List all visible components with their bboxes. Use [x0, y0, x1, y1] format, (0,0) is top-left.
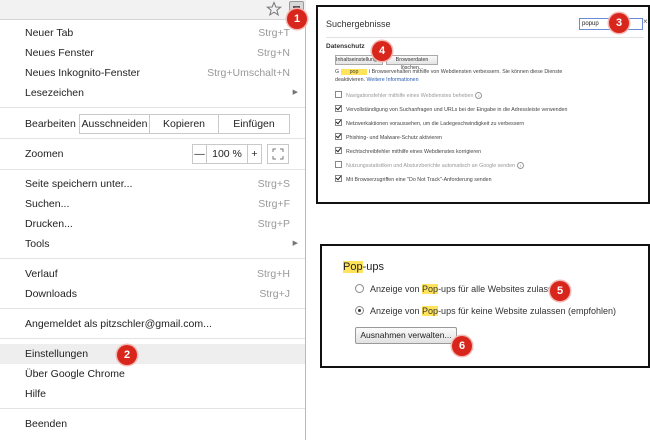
option-usage-statistics[interactable]: Nutzungsstatistiken und Absturzberichte … [335, 161, 525, 170]
menu-item-exit[interactable]: Beenden [0, 414, 305, 434]
bookmark-star-icon[interactable] [266, 1, 282, 17]
callout-1: 1 [287, 9, 307, 29]
menu-separator [0, 169, 305, 170]
menu-item-help[interactable]: Hilfe [0, 384, 305, 404]
learn-more-link[interactable]: Weitere Informationen [367, 77, 419, 83]
menu-item-print[interactable]: Drucken... Strg+P [0, 214, 305, 234]
option-search-suggestions[interactable]: Vervollständigung von Suchanfragen und U… [335, 105, 567, 114]
checkbox-checked[interactable] [335, 119, 342, 126]
edit-button-group: Ausschneiden Kopieren Einfügen [79, 114, 290, 134]
menu-separator [0, 107, 305, 108]
option-do-not-track[interactable]: Mit Browserzugriffen eine "Do Not Track"… [335, 175, 492, 184]
zoom-in-button[interactable]: + [247, 145, 261, 163]
fullscreen-icon[interactable] [267, 144, 289, 164]
menu-separator [0, 408, 305, 409]
submenu-arrow-icon: ▶ [292, 89, 298, 96]
radio-allow-popups[interactable]: Anzeige von Pop-ups für alle Websites zu… [355, 284, 562, 294]
chrome-menu: Neuer Tab Strg+T Neues Fenster Strg+N Ne… [0, 0, 306, 440]
menu-item-about-chrome[interactable]: Über Google Chrome [0, 364, 305, 384]
callout-3: 3 [609, 13, 629, 33]
menu-item-signed-in[interactable]: Angemeldet als pitzschler@gmail.com... [0, 314, 305, 334]
toolbar [0, 0, 306, 20]
clear-browsing-data-button[interactable]: Browserdaten löschen... [386, 55, 438, 71]
cut-button[interactable]: Ausschneiden [80, 115, 150, 133]
info-icon[interactable]: i [517, 162, 525, 169]
zoom-control: — 100 % + [192, 144, 262, 164]
settings-search-panel: Suchergebnisse popup × Datenschutz Inhal… [316, 5, 650, 204]
menu-item-settings[interactable]: Einstellungen [0, 344, 305, 364]
checkbox-checked[interactable] [335, 133, 342, 140]
menu-separator [0, 258, 305, 259]
popups-heading: Pop-ups [343, 261, 384, 273]
menu-separator [0, 308, 305, 309]
zoom-level: 100 % [212, 148, 242, 160]
menu-item-downloads[interactable]: Downloads Strg+J [0, 284, 305, 304]
option-navigation-errors[interactable]: Navigationsfehler mithilfe eines Webdien… [335, 91, 483, 100]
radio-button[interactable] [355, 284, 364, 294]
menu-item-tools[interactable]: Tools ▶ [0, 234, 305, 254]
menu-item-new-tab[interactable]: Neuer Tab Strg+T [0, 23, 305, 43]
manage-exceptions-button[interactable]: Ausnahmen verwalten... [355, 327, 457, 344]
callout-5: 5 [550, 281, 570, 301]
menu-item-history[interactable]: Verlauf Strg+H [0, 264, 305, 284]
submenu-arrow-icon: ▶ [292, 240, 298, 247]
settings-results-title: Suchergebnisse [326, 19, 391, 29]
checkbox-checked[interactable] [335, 175, 342, 182]
paste-button[interactable]: Einfügen [219, 115, 289, 133]
menu-item-find[interactable]: Suchen... Strg+F [0, 194, 305, 214]
divider [326, 37, 644, 38]
radio-button-selected[interactable] [355, 306, 364, 316]
option-network-predictions[interactable]: Netzwerkaktionen voraussehen, um die Lad… [335, 119, 524, 128]
menu-item-new-window[interactable]: Neues Fenster Strg+N [0, 43, 305, 63]
info-icon[interactable]: i [475, 92, 483, 99]
privacy-section-heading: Datenschutz [326, 43, 365, 50]
zoom-out-button[interactable]: — [193, 145, 207, 163]
option-phishing-protection[interactable]: Phishing- und Malware-Schutz aktivieren [335, 133, 442, 142]
callout-4: 4 [372, 41, 392, 61]
menu-item-bookmarks[interactable]: Lesezeichen ▶ [0, 83, 305, 103]
checkbox[interactable] [335, 91, 342, 98]
radio-block-popups[interactable]: Anzeige von Pop-ups für keine Website zu… [355, 306, 616, 316]
privacy-description-line2: deaktivieren. Weitere Informationen [335, 77, 419, 83]
menu-item-save-page[interactable]: Seite speichern unter... Strg+S [0, 174, 305, 194]
checkbox[interactable] [335, 161, 342, 168]
menu-separator [0, 338, 305, 339]
popups-settings-panel: Pop-ups Anzeige von Pop-ups für alle Web… [320, 244, 650, 368]
option-spelling-service[interactable]: Rechtschreibfehler mithilfe eines Webdie… [335, 147, 481, 156]
privacy-description: G pop i Browservehalten mithilfe von Web… [335, 69, 563, 75]
clear-search-icon[interactable]: × [643, 17, 648, 26]
menu-item-incognito[interactable]: Neues Inkognito-Fenster Strg+Umschalt+N [0, 63, 305, 83]
menu-separator [0, 138, 305, 139]
callout-6: 6 [452, 336, 472, 356]
checkbox-checked[interactable] [335, 105, 342, 112]
checkbox-checked[interactable] [335, 147, 342, 154]
callout-2: 2 [117, 345, 137, 365]
copy-button[interactable]: Kopieren [150, 115, 219, 133]
